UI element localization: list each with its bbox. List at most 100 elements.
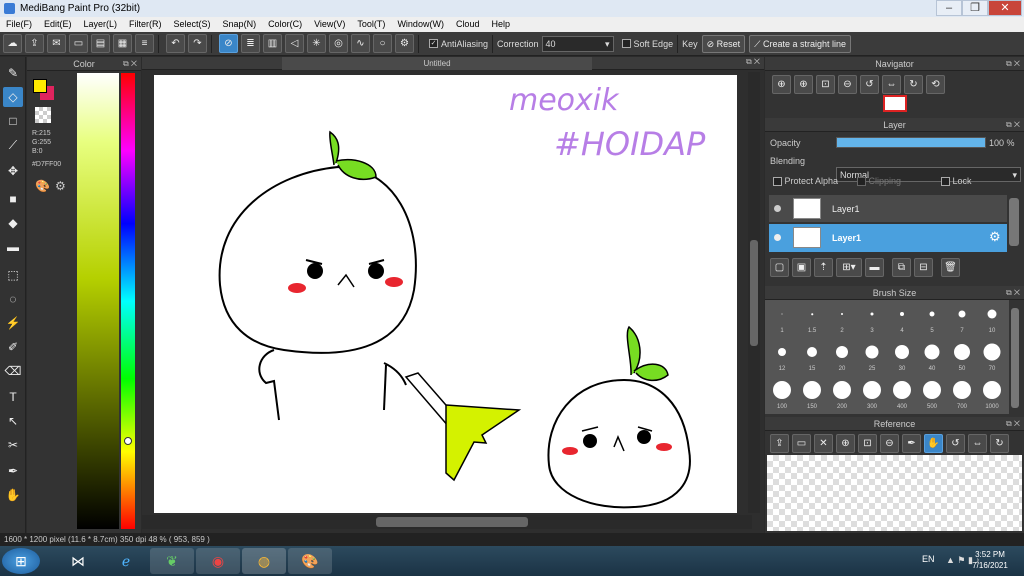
rotate-right-icon[interactable]: ↻ (904, 75, 923, 94)
drawing-canvas[interactable]: meoxik #HOIDAP (154, 75, 737, 513)
brush-size-option[interactable]: 70 (978, 340, 1006, 376)
trash-icon[interactable]: 🗑 (941, 258, 960, 277)
brush-size-option[interactable]: 4 (888, 302, 916, 338)
open-folder-icon[interactable]: ▭ (792, 434, 811, 453)
visual-studio-icon[interactable]: ⋈ (56, 548, 100, 574)
magic-wand-tool-icon[interactable]: ⚡ (3, 313, 23, 333)
brush-size-option[interactable]: 150 (798, 378, 826, 414)
eraser-tool-icon[interactable]: ◇ (3, 87, 23, 107)
chat-icon[interactable]: ▭ (69, 34, 88, 53)
panel-options-icon[interactable]: ⧉ ✕ (123, 57, 137, 71)
clock[interactable]: 3:52 PM 7/16/2021 (962, 549, 1018, 571)
merge-layer-icon[interactable]: ⊟ (914, 258, 933, 277)
list-icon[interactable]: ≡ (135, 34, 154, 53)
rotate-left-icon[interactable]: ↺ (860, 75, 879, 94)
document-icon[interactable]: ▤ (91, 34, 110, 53)
saturation-value-picker[interactable] (77, 73, 119, 529)
correction-select[interactable]: 40 ▾ (541, 35, 614, 52)
lock-checkbox[interactable] (941, 177, 950, 187)
lasso-tool-icon[interactable]: ◌ (3, 289, 23, 309)
share-icon[interactable]: ⇪ (25, 34, 44, 53)
panel-options-icon[interactable]: ⧉ ✕ (1006, 286, 1020, 300)
minimize-button[interactable]: – (936, 0, 962, 16)
brush-size-option[interactable]: 30 (888, 340, 916, 376)
straight-line-button[interactable]: ⟋ Create a straight line (749, 34, 852, 53)
brush-tool-icon[interactable]: ✎ (3, 63, 23, 83)
new-layer-icon[interactable]: ▢ (770, 258, 789, 277)
actual-size-icon[interactable]: ⊡ (816, 75, 835, 94)
layer-row-selected[interactable]: Layer1 ⚙ (769, 224, 1007, 252)
select-rect-tool-icon[interactable]: ⬚ (3, 265, 23, 285)
chrome-icon[interactable]: ◉ (196, 548, 240, 574)
close-button[interactable]: ✕ (988, 0, 1022, 16)
maximize-button[interactable]: ❐ (962, 0, 988, 16)
radial-snap-icon[interactable]: ✳ (307, 34, 326, 53)
circle-snap-icon[interactable]: ○ (373, 34, 392, 53)
menu-window[interactable]: Window(W) (391, 17, 450, 32)
transparent-swatch[interactable] (35, 107, 51, 123)
gradient-tool-icon[interactable]: ▬ (3, 237, 23, 257)
brush-size-option[interactable]: 25 (858, 340, 886, 376)
document-tab[interactable]: Untitled (282, 57, 592, 70)
rotate-right-icon[interactable]: ↻ (990, 434, 1009, 453)
hue-slider-handle[interactable] (124, 437, 132, 445)
start-button[interactable]: ⊞ (2, 548, 40, 574)
menu-tool[interactable]: Tool(T) (351, 17, 391, 32)
tab-options-icon[interactable]: ⧉ ✕ (746, 57, 760, 67)
panel-options-icon[interactable]: ⧉ ✕ (1006, 118, 1020, 132)
duplicate-layer-icon[interactable]: ⧉ (892, 258, 911, 277)
eye-icon[interactable] (774, 234, 781, 241)
eye-icon[interactable] (774, 205, 781, 212)
brush-size-scrollbar[interactable] (1011, 308, 1019, 408)
brush-size-option[interactable]: 700 (948, 378, 976, 414)
menu-layer[interactable]: Layer(L) (78, 17, 124, 32)
brush-size-option[interactable]: 1000 (978, 378, 1006, 414)
text-tool-icon[interactable]: T (3, 387, 23, 407)
parallel-snap-icon[interactable]: ≣ (241, 34, 260, 53)
new-8bit-layer-icon[interactable]: ⇡ (814, 258, 833, 277)
zoom-in-icon[interactable]: ⊕ (794, 75, 813, 94)
close-icon[interactable]: ✕ (814, 434, 833, 453)
palette-settings-icon[interactable]: ⚙ (55, 179, 66, 193)
brush-size-option[interactable]: 3 (858, 302, 886, 338)
foreground-color-swatch[interactable] (33, 79, 47, 93)
hue-slider[interactable] (121, 73, 135, 529)
internet-explorer-icon[interactable]: ℯ (104, 548, 148, 574)
concentric-snap-icon[interactable]: ◎ (329, 34, 348, 53)
zoom-out-icon[interactable]: ⊖ (838, 75, 857, 94)
divide-tool-icon[interactable]: ✂ (3, 435, 23, 455)
layer-settings-icon[interactable]: ⚙ (989, 229, 1001, 245)
horizontal-scrollbar[interactable] (142, 515, 752, 529)
brush-size-option[interactable]: 50 (948, 340, 976, 376)
folder-icon[interactable]: ▬ (865, 258, 884, 277)
brush-size-option[interactable]: 5 (918, 302, 946, 338)
opacity-slider[interactable] (836, 137, 986, 148)
reference-canvas[interactable] (767, 455, 1022, 531)
brush-size-option[interactable]: 400 (888, 378, 916, 414)
actual-size-icon[interactable]: ⊡ (858, 434, 877, 453)
select-pen-tool-icon[interactable]: ✐ (3, 337, 23, 357)
perspective-snap-icon[interactable]: ◁ (285, 34, 304, 53)
grid-icon[interactable]: ▦ (113, 34, 132, 53)
menu-snap[interactable]: Snap(N) (217, 17, 263, 32)
comment-icon[interactable]: ✉ (47, 34, 66, 53)
menu-select[interactable]: Select(S) (168, 17, 217, 32)
move-tool-icon[interactable]: ✥ (3, 161, 23, 181)
select-eraser-tool-icon[interactable]: ⌫ (3, 361, 23, 381)
navigator-thumbnail[interactable] (883, 95, 907, 112)
flip-icon[interactable]: ⇔ (968, 434, 987, 453)
reset-view-icon[interactable]: ⟲ (926, 75, 945, 94)
layer-scrollbar[interactable] (1009, 198, 1019, 246)
horizontal-scrollbar-thumb[interactable] (376, 517, 528, 527)
add-layer-menu-icon[interactable]: ⊞▾ (836, 258, 862, 277)
operation-tool-icon[interactable]: ↖ (3, 411, 23, 431)
language-indicator[interactable]: EN (922, 554, 935, 564)
brush-size-option[interactable]: 7 (948, 302, 976, 338)
rotate-left-icon[interactable]: ↺ (946, 434, 965, 453)
hand-icon[interactable]: ✋ (924, 434, 943, 453)
brush-size-option[interactable]: 1.5 (798, 302, 826, 338)
brush-size-option[interactable]: 500 (918, 378, 946, 414)
blur-tool-icon[interactable]: ⟋ (3, 135, 23, 155)
layer-row[interactable]: Layer1 (769, 195, 1007, 223)
curve-snap-icon[interactable]: ∿ (351, 34, 370, 53)
